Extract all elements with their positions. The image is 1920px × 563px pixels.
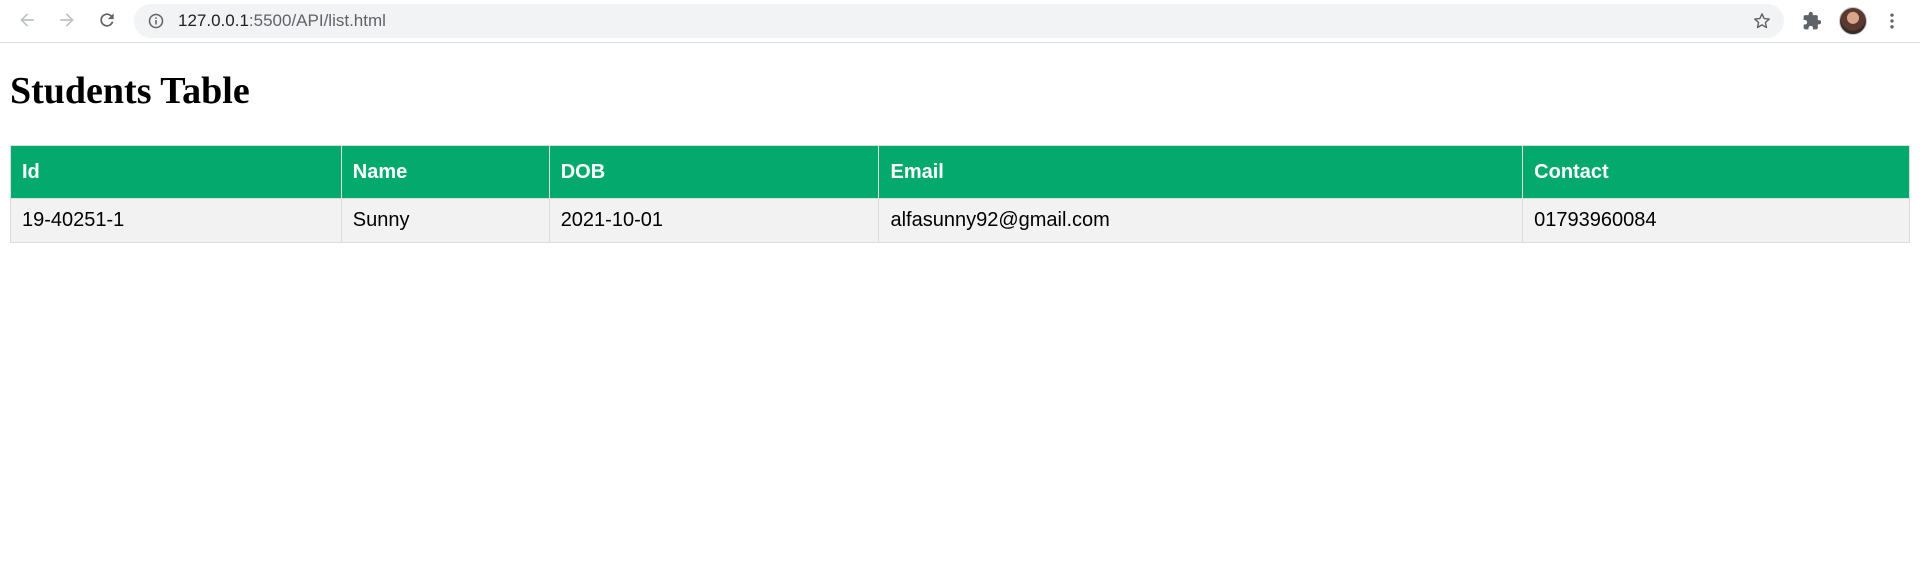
- page-content: Students Table Id Name DOB Email Contact…: [10, 44, 1910, 243]
- column-header-dob: DOB: [548, 145, 880, 199]
- puzzle-icon: [1803, 11, 1822, 30]
- cell-contact: 01793960084: [1522, 198, 1910, 243]
- more-vert-icon: [1890, 13, 1894, 29]
- profile-button[interactable]: [1838, 6, 1868, 36]
- cell-email: alfasunny92@gmail.com: [878, 198, 1524, 243]
- arrow-right-icon: [60, 13, 74, 27]
- column-header-id: Id: [10, 145, 342, 199]
- column-header-email: Email: [878, 145, 1524, 199]
- url-path: :5500/API/list.html: [248, 11, 386, 30]
- info-icon[interactable]: [148, 13, 164, 29]
- cell-id: 19-40251-1: [10, 198, 342, 243]
- table-row: 19-40251-1 Sunny 2021-10-01 alfasunny92@…: [10, 198, 1910, 243]
- arrow-left-icon: [20, 13, 34, 27]
- cell-name: Sunny: [340, 198, 550, 243]
- page-title: Students Table: [10, 70, 250, 112]
- address-bar[interactable]: 127.0.0.1:5500/API/list.html: [134, 4, 1784, 38]
- back-button[interactable]: [13, 6, 41, 34]
- cell-dob: 2021-10-01: [548, 198, 880, 243]
- url-host: 127.0.0.1: [178, 11, 249, 30]
- students-table: Id Name DOB Email Contact 19-40251-1 Sun…: [10, 145, 1910, 243]
- table-header-row: Id Name DOB Email Contact: [10, 145, 1910, 199]
- browser-toolbar: 127.0.0.1:5500/API/list.html: [0, 0, 1920, 43]
- avatar: [1839, 7, 1867, 35]
- url-text[interactable]: 127.0.0.1:5500/API/list.html: [178, 4, 386, 38]
- reload-icon: [100, 13, 114, 27]
- forward-button[interactable]: [53, 6, 81, 34]
- extensions-button[interactable]: [1797, 6, 1827, 36]
- column-header-name: Name: [340, 145, 550, 199]
- reload-button[interactable]: [93, 6, 121, 34]
- menu-button[interactable]: [1877, 6, 1907, 36]
- bookmark-star-icon[interactable]: [1752, 11, 1772, 31]
- column-header-contact: Contact: [1522, 145, 1910, 199]
